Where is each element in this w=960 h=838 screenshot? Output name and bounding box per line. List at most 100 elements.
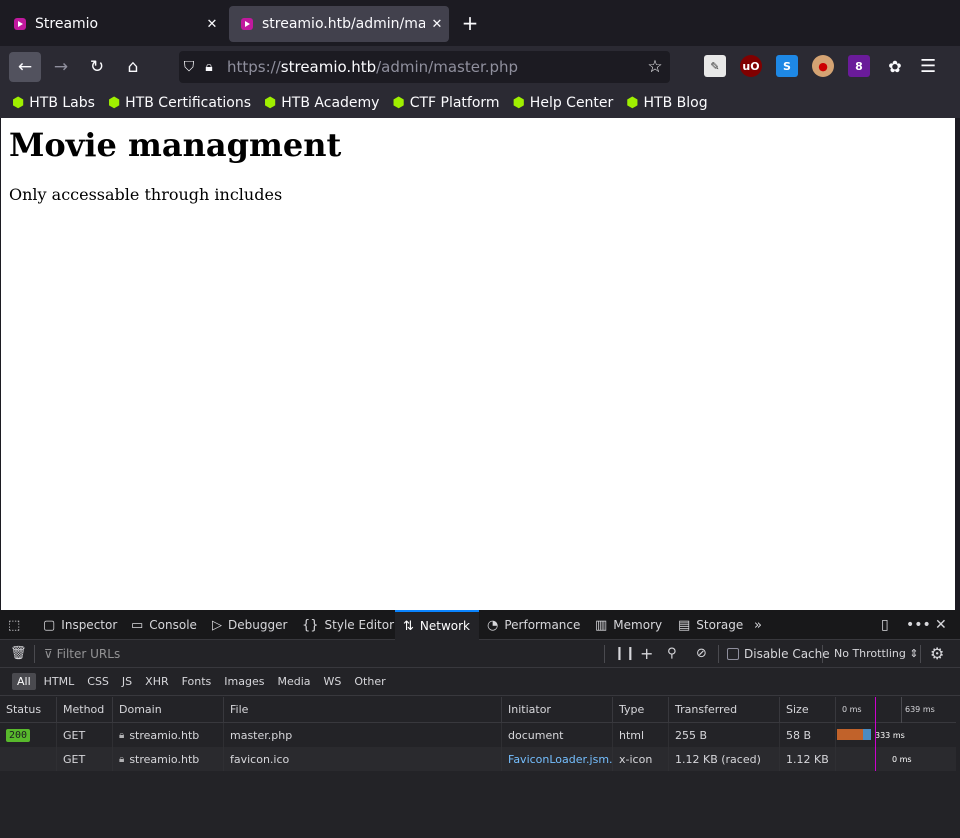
filter-js[interactable]: JS (117, 673, 137, 690)
tab-debugger[interactable]: ▷ Debugger (212, 610, 287, 640)
divider (718, 645, 719, 663)
cube-icon: ⬢ (626, 95, 639, 111)
filter-ws[interactable]: WS (319, 673, 347, 690)
column-header-file[interactable]: File (224, 697, 502, 722)
disable-cache-checkbox[interactable] (727, 648, 739, 660)
type-cell: x-icon (613, 747, 669, 771)
add-icon[interactable]: + (640, 644, 653, 663)
devtools-tabbar: ⬚ ▢ Inspector ▭ Console ▷ Debugger {} Style … (0, 610, 960, 640)
tab-storage[interactable]: ▤ Storage (678, 610, 743, 640)
tab-network[interactable]: ⇅ Network (395, 610, 479, 640)
extension-badge-icon[interactable]: 8 (848, 55, 870, 77)
timeline-marker (875, 697, 876, 771)
trash-icon[interactable]: 🗑︎ (10, 646, 27, 661)
column-header-transferred[interactable]: Transferred (669, 697, 780, 722)
ublock-icon[interactable]: uO (740, 55, 762, 77)
navigation-toolbar: ← → ↻ ⌂ ⛉ 🔒︎ https://streamio.htb/admin/… (0, 46, 960, 88)
column-header-status[interactable]: Status (0, 697, 57, 722)
memory-icon: ▥ (595, 617, 608, 633)
extension-s-icon[interactable]: S (776, 55, 798, 77)
filter-other[interactable]: Other (349, 673, 390, 690)
status-badge: 200 (6, 728, 31, 742)
bookmark-item[interactable]: ⬢ HTB Blog (626, 95, 707, 111)
bookmark-item[interactable]: ⬢ HTB Labs (12, 95, 95, 111)
extension-icon[interactable]: ✎ (704, 55, 726, 77)
shield-icon[interactable]: ⛉ (179, 59, 199, 75)
storage-icon: ▤ (678, 617, 691, 633)
new-tab-button[interactable]: + (458, 12, 482, 34)
more-options-icon[interactable]: ••• (906, 617, 931, 633)
tab-bar: Streamio ✕ streamio.htb/admin/mast ✕ + (0, 0, 960, 46)
cookie-icon[interactable]: ✿ (884, 55, 906, 77)
type-filter-bar: All HTML CSS JS XHR Fonts Images Media W… (0, 668, 960, 696)
home-button[interactable]: ⌂ (117, 52, 149, 82)
filter-fonts[interactable]: Fonts (177, 673, 217, 690)
timeline-gridline (901, 697, 902, 723)
network-toolbar: 🗑︎ ⊽ Filter URLs ❙❙ + ⚲ ⊘ Disable Cache … (0, 640, 960, 668)
filter-html[interactable]: HTML (39, 673, 80, 690)
search-icon[interactable]: ⚲ (667, 646, 677, 661)
tab-console[interactable]: ▭ Console (131, 610, 197, 640)
close-tab-icon[interactable]: ✕ (425, 17, 449, 32)
close-tab-icon[interactable]: ✕ (200, 17, 224, 32)
bookmarks-toolbar: ⬢ HTB Labs ⬢ HTB Certifications ⬢ HTB Acade… (0, 88, 960, 118)
column-header-type[interactable]: Type (613, 697, 669, 722)
settings-gear-icon[interactable]: ⚙ (930, 644, 944, 663)
filter-all[interactable]: All (12, 673, 36, 690)
bookmark-item[interactable]: ⬢ HTB Academy (264, 95, 379, 111)
more-tabs-icon[interactable]: » (754, 610, 768, 640)
divider (34, 645, 35, 663)
element-picker-icon[interactable]: ⬚ (8, 610, 26, 640)
tab-memory[interactable]: ▥ Memory (595, 610, 662, 640)
filter-xhr[interactable]: XHR (140, 673, 173, 690)
status-cell: 200 (0, 723, 57, 747)
disable-cache-label: Disable Cache (744, 647, 830, 661)
method-cell: GET (57, 723, 113, 747)
back-button[interactable]: ← (9, 52, 41, 82)
browser-tab-active[interactable]: streamio.htb/admin/mast ✕ (229, 6, 449, 42)
divider (822, 645, 823, 663)
block-icon[interactable]: ⊘ (696, 646, 707, 661)
filter-css[interactable]: CSS (82, 673, 114, 690)
cube-icon: ⬢ (12, 95, 25, 111)
column-header-method[interactable]: Method (57, 697, 113, 722)
domain-cell: 🔒︎ streamio.htb (113, 723, 224, 747)
url-text[interactable]: https://streamio.htb/admin/master.php (227, 58, 640, 76)
extension-cookie-icon[interactable]: ● (812, 55, 834, 77)
tab-style-editor[interactable]: {} Style Editor (302, 610, 394, 640)
tab-inspector[interactable]: ▢ Inspector (43, 610, 117, 640)
bookmark-item[interactable]: ⬢ Help Center (513, 95, 614, 111)
cube-icon: ⬢ (264, 95, 277, 111)
column-header-domain[interactable]: Domain (113, 697, 224, 722)
browser-tab[interactable]: Streamio ✕ (2, 6, 224, 42)
bookmark-item[interactable]: ⬢ HTB Certifications (108, 95, 251, 111)
page-content: Movie managment Only accessable through … (1, 118, 955, 610)
close-devtools-icon[interactable]: ✕ (935, 617, 947, 633)
type-cell: html (613, 723, 669, 747)
file-cell: favicon.ico (224, 747, 502, 771)
page-heading: Movie managment (9, 126, 342, 164)
hamburger-menu-icon[interactable]: ☰ (920, 56, 936, 77)
reload-button[interactable]: ↻ (81, 52, 113, 82)
tab-performance[interactable]: ◔ Performance (487, 610, 580, 640)
table-row[interactable]: GET 🔒︎ streamio.htb favicon.ico FaviconLo… (0, 747, 956, 771)
initiator-link[interactable]: FaviconLoader.jsm... (502, 747, 613, 771)
lock-icon[interactable]: 🔒︎ (199, 59, 219, 75)
style-editor-icon: {} (302, 617, 319, 633)
url-bar[interactable]: ⛉ 🔒︎ https://streamio.htb/admin/master.p… (179, 51, 670, 83)
bookmark-star-icon[interactable]: ☆ (640, 57, 670, 77)
table-row[interactable]: 200 GET 🔒︎ streamio.htb master.php docume… (0, 723, 956, 747)
responsive-design-icon[interactable]: ▯ (881, 617, 889, 633)
timeline-tick-end: 639 ms (905, 705, 935, 714)
streamio-favicon-icon (14, 18, 26, 30)
waterfall-timing: 333 ms (875, 730, 905, 740)
column-header-initiator[interactable]: Initiator (502, 697, 613, 722)
filter-media[interactable]: Media (272, 673, 315, 690)
filter-images[interactable]: Images (219, 673, 269, 690)
filter-urls-input[interactable]: ⊽ Filter URLs (44, 647, 120, 661)
forward-button[interactable]: → (45, 52, 77, 82)
pause-icon[interactable]: ❙❙ (614, 646, 636, 661)
throttling-select[interactable]: No Throttling ⇕ (834, 647, 919, 660)
bookmark-item[interactable]: ⬢ CTF Platform (392, 95, 499, 111)
column-header-size[interactable]: Size (780, 697, 836, 722)
